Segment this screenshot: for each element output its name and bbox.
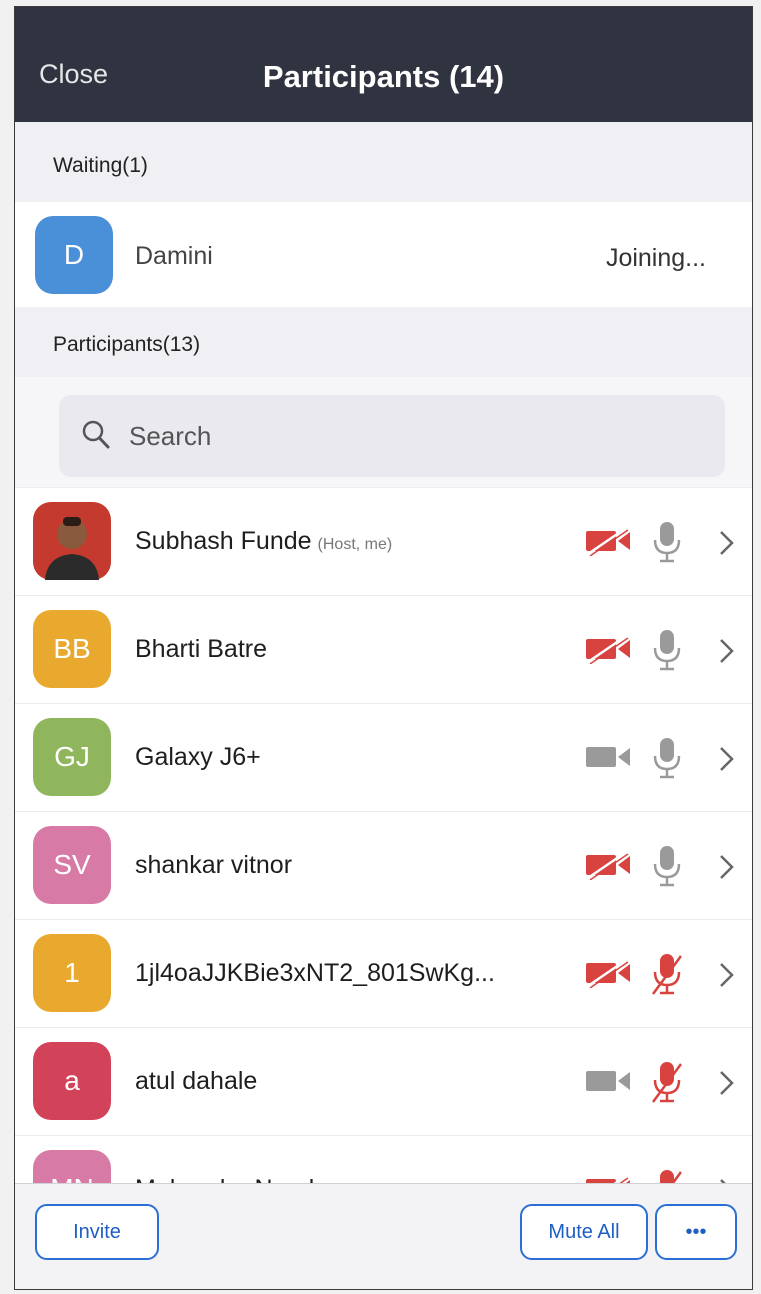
search-icon [81, 419, 111, 456]
mute-all-button[interactable]: Mute All [520, 1204, 648, 1260]
participants-section-header: Participants(13) [15, 307, 752, 387]
search-input[interactable]: Search [59, 395, 725, 477]
participants-section-label: Participants(13) [53, 333, 201, 356]
bottom-toolbar: Invite Mute All ••• [15, 1183, 752, 1289]
header-bar: Close Participants (14) [15, 7, 752, 122]
chevron-right-icon[interactable] [716, 636, 738, 671]
participant-row[interactable]: a atul dahale [15, 1027, 752, 1136]
microphone-icon[interactable] [650, 520, 684, 569]
avatar: a [33, 1042, 111, 1120]
microphone-muted-icon[interactable] [650, 952, 684, 1001]
participant-name-text: 1jl4oaJJKBie3xNT2_801SwKg... [135, 959, 495, 987]
search-area: Search [15, 377, 752, 487]
video-camera-icon[interactable] [584, 1066, 634, 1101]
participant-name-text: shankar vitnor [135, 851, 293, 879]
video-off-icon[interactable] [584, 526, 634, 561]
chevron-right-icon[interactable] [716, 744, 738, 779]
participant-name: shankar vitnor [135, 851, 292, 880]
participants-panel: Close Participants (14) Waiting(1) D Dam… [14, 6, 753, 1290]
avatar: SV [33, 826, 111, 904]
avatar-initials: SV [53, 849, 91, 880]
avatar-initials: 1 [64, 957, 80, 988]
participant-name: Bharti Batre [135, 635, 267, 664]
participant-name-text: Bharti Batre [135, 635, 268, 663]
avatar-initials: a [64, 1065, 80, 1096]
chevron-right-icon[interactable] [716, 852, 738, 887]
participant-role: (Host, me) [317, 536, 393, 553]
page-title: Participants (14) [262, 59, 505, 94]
avatar: GJ [33, 718, 111, 796]
participant-row[interactable]: Subhash Funde (Host, me) [15, 487, 752, 596]
chevron-right-icon[interactable] [716, 960, 738, 995]
microphone-muted-icon[interactable] [650, 1060, 684, 1109]
participant-name: Galaxy J6+ [135, 743, 261, 772]
participant-name: atul dahale [135, 1067, 257, 1096]
microphone-icon[interactable] [650, 628, 684, 677]
avatar-initials: GJ [54, 741, 90, 772]
participant-name-text: Galaxy J6+ [135, 743, 261, 771]
chevron-right-icon[interactable] [716, 1068, 738, 1103]
waiting-section-header: Waiting(1) [15, 122, 752, 202]
video-off-icon[interactable] [584, 958, 634, 993]
participant-row[interactable]: 1 1jl4oaJJKBie3xNT2_801SwKg... [15, 919, 752, 1028]
participant-row[interactable]: GJ Galaxy J6+ [15, 703, 752, 812]
participant-name-text: atul dahale [135, 1067, 258, 1095]
more-options-button[interactable]: ••• [655, 1204, 737, 1260]
avatar-photo [33, 502, 111, 580]
waiting-participant-name: Damini [135, 242, 213, 270]
participant-row[interactable]: SV shankar vitnor [15, 811, 752, 920]
participant-row[interactable]: BB Bharti Batre [15, 595, 752, 704]
joining-status: Joining... [605, 244, 706, 272]
search-placeholder: Search [129, 421, 212, 451]
waiting-list-item[interactable]: D Damini Joining... [15, 202, 752, 307]
participant-name: Subhash Funde (Host, me) [135, 527, 392, 556]
video-camera-icon[interactable] [584, 742, 634, 777]
participant-name: 1jl4oaJJKBie3xNT2_801SwKg... [135, 959, 495, 988]
participant-name-text: Subhash Funde [135, 527, 312, 555]
microphone-icon[interactable] [650, 844, 684, 893]
avatar: 1 [33, 934, 111, 1012]
avatar: D [35, 216, 113, 294]
video-off-icon[interactable] [584, 850, 634, 885]
invite-button[interactable]: Invite [35, 1204, 159, 1260]
video-off-icon[interactable] [584, 634, 634, 669]
chevron-right-icon[interactable] [716, 528, 738, 563]
avatar: BB [33, 610, 111, 688]
avatar-initials: D [63, 239, 85, 270]
waiting-section-label: Waiting(1) [53, 154, 148, 177]
avatar-initials: BB [53, 633, 91, 664]
microphone-icon[interactable] [650, 736, 684, 785]
